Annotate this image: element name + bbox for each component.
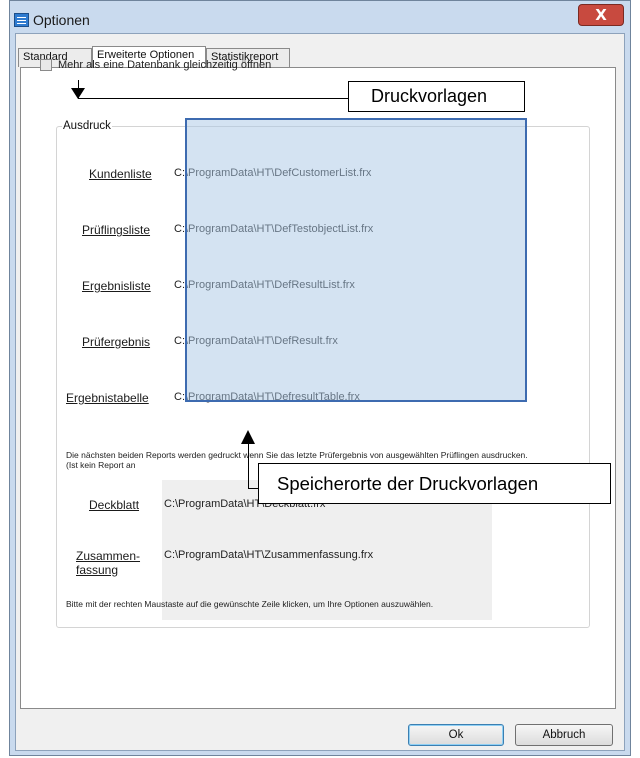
- multi-db-checkbox[interactable]: [40, 59, 52, 71]
- report-link-prufergebnis[interactable]: Prüfergebnis: [82, 335, 150, 349]
- ausdruck-group-title: Ausdruck: [62, 120, 112, 132]
- title-bar: Optionen X: [10, 1, 630, 35]
- close-icon: X: [595, 6, 607, 24]
- speicherorte-leader-line: [248, 488, 258, 489]
- speicherorte-callout: Speicherorte der Druckvorlagen: [258, 463, 611, 504]
- report-link-pruflingsliste[interactable]: Prüflingsliste: [82, 223, 150, 237]
- multi-db-checkbox-label[interactable]: Mehr als eine Datenbank gleichzeitig öff…: [58, 59, 271, 71]
- report-path-zusammenfassung[interactable]: C:\ProgramData\HT\Zusammenfassung.frx: [164, 549, 373, 561]
- cancel-button[interactable]: Abbruch: [515, 724, 613, 746]
- druckvorlagen-highlight: [185, 118, 527, 402]
- report-link-zusammenfassung-line1[interactable]: Zusammen-: [76, 549, 140, 563]
- window-title: Optionen: [33, 12, 90, 28]
- report-link-ergebnisliste[interactable]: Ergebnisliste: [82, 279, 151, 293]
- report-link-zusammenfassung-line2[interactable]: fassung: [76, 563, 118, 577]
- up-arrow-icon: [241, 430, 255, 444]
- app-icon: [14, 13, 29, 27]
- ok-button[interactable]: Ok: [408, 724, 504, 746]
- report-link-deckblatt[interactable]: Deckblatt: [89, 498, 139, 512]
- druckvorlagen-leader-line: [78, 98, 348, 99]
- speicherorte-leader-stem: [248, 444, 249, 488]
- report-link-kundenliste[interactable]: Kundenliste: [89, 167, 152, 181]
- report-link-ergebnistabelle[interactable]: Ergebnistabelle: [66, 391, 149, 405]
- right-click-hint: Bitte mit der rechten Maustaste auf die …: [66, 599, 434, 609]
- close-button[interactable]: X: [578, 4, 624, 26]
- druckvorlagen-callout: Druckvorlagen: [348, 81, 525, 112]
- down-arrow-icon: [71, 88, 85, 99]
